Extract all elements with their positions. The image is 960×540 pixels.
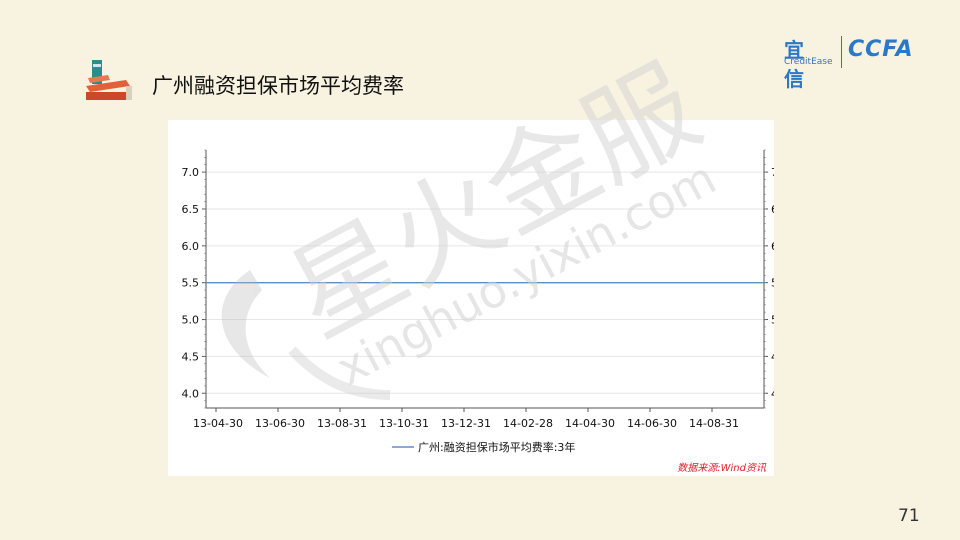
x-tick-label: 14-08-31 (689, 417, 739, 430)
y-tick-label-right: 5.0 (771, 314, 774, 327)
y-tick-label-right: 5.5 (771, 277, 774, 290)
logo-divider (841, 36, 842, 68)
page-number: 71 (898, 506, 920, 526)
x-tick-label: 13-06-30 (255, 417, 305, 430)
y-tick-label-left: 7.0 (182, 166, 200, 179)
y-tick-label-left: 4.5 (182, 350, 200, 363)
y-tick-label-right: 6.0 (771, 240, 774, 253)
y-tick-label-left: 4.0 (182, 387, 200, 400)
x-tick-label: 13-10-31 (379, 417, 429, 430)
line-chart: 4.0 4.0 4.5 4.5 5.0 5.0 5.5 5.5 6.0 6.0 6.5 6.5 7.0 7… (182, 149, 789, 474)
chart-panel: 4.0 4.0 4.5 4.5 5.0 5.0 5.5 5.5 6.0 6.0 6.5 6.5 7.0 7… (168, 120, 789, 476)
x-tick-label: 14-06-30 (627, 417, 677, 430)
y-tick-label-left: 6.5 (182, 203, 200, 216)
y-tick-label-right: 4.5 (771, 350, 774, 363)
logo-brand-en: CreditEase (784, 57, 833, 67)
folder-stack-icon (82, 58, 134, 108)
y-tick-label-left: 6.0 (182, 240, 200, 253)
x-tick-label: 14-04-30 (565, 417, 615, 430)
x-tick-label: 13-12-31 (441, 417, 491, 430)
y-tick-label-left: 5.5 (182, 277, 200, 290)
y-tick-label-right: 4.0 (771, 387, 774, 400)
y-tick-label-left: 5.0 (182, 314, 200, 327)
y-tick-label-right: 6.5 (771, 203, 774, 216)
y-tick-label-right: 7.0 (771, 166, 774, 179)
logo-partner: CCFA (848, 37, 914, 62)
data-source: 数据来源:Wind资讯 (677, 462, 767, 474)
legend-label: 广州:融资担保市场平均费率:3年 (418, 440, 575, 454)
x-tick-label: 14-02-28 (503, 417, 553, 430)
x-tick-label: 13-08-31 (317, 417, 367, 430)
x-tick-label: 13-04-30 (193, 417, 243, 430)
slide-title: 广州融资担保市场平均费率 (152, 74, 404, 98)
